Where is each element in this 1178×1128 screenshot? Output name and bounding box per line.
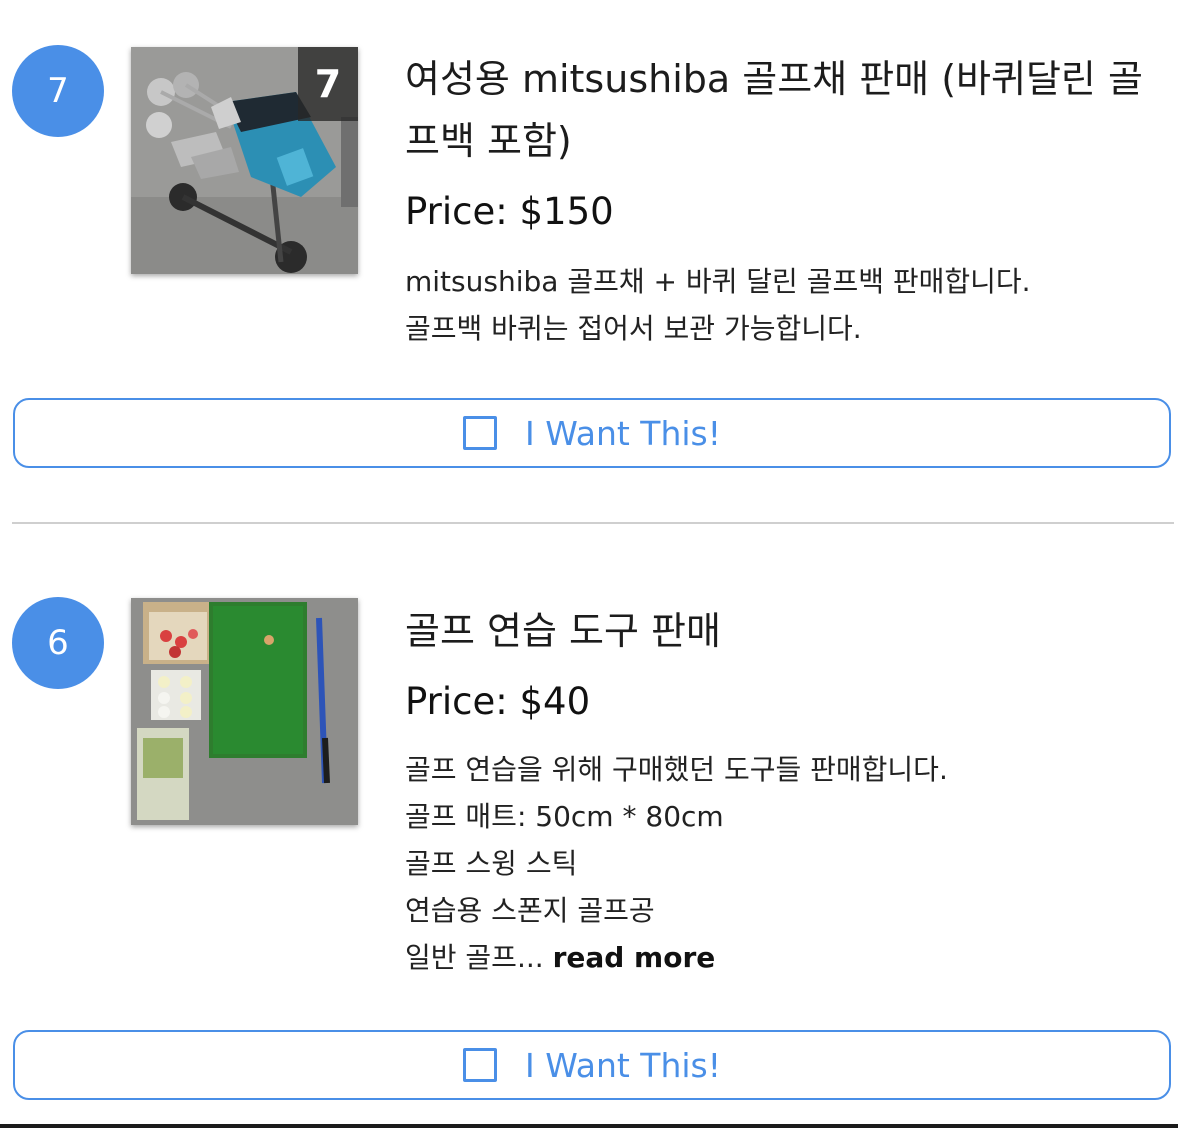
description-line: 골프백 바퀴는 접어서 보관 가능합니다. [405, 312, 862, 345]
read-more-link[interactable]: read more [553, 941, 716, 974]
description-line: mitsushiba 골프채 + 바퀴 달린 골프백 판매합니다. [405, 265, 1031, 298]
i-want-this-button[interactable]: I Want This! [13, 1030, 1171, 1100]
listing-price: Price: $150 [405, 190, 614, 233]
listing-number-badge: 7 [12, 45, 104, 137]
listing-price: Price: $40 [405, 680, 591, 723]
listing-description: 골프 연습을 위해 구매했던 도구들 판매합니다. 골프 매트: 50cm * … [405, 746, 1145, 981]
description-line: 골프 스윙 스틱 [405, 847, 578, 880]
listing-photo[interactable] [131, 598, 358, 825]
i-want-this-label: I Want This! [525, 1045, 721, 1085]
truncated-text: 일반 골프... [405, 941, 544, 974]
bottom-edge-bar [0, 1124, 1178, 1128]
description-line-truncated: 일반 골프... read more [405, 934, 1145, 981]
checkbox-icon[interactable] [463, 1048, 497, 1082]
description-line: 연습용 스폰지 골프공 [405, 894, 655, 927]
checkbox-icon[interactable] [463, 416, 497, 450]
listing-number-badge: 6 [12, 597, 104, 689]
listing-description: mitsushiba 골프채 + 바퀴 달린 골프백 판매합니다. 골프백 바퀴… [405, 258, 1145, 352]
listing-title: 골프 연습 도구 판매 [405, 609, 721, 653]
listing-divider [12, 522, 1174, 524]
listing-card: 6 골프 연습 도구 판매 Price: $40 골프 연습을 위해 구매했던 … [0, 560, 1178, 1120]
listing-photo[interactable]: 7 [131, 47, 358, 274]
description-line: 골프 매트: 50cm * 80cm [405, 800, 724, 833]
photo-count-badge: 7 [298, 47, 358, 121]
i-want-this-button[interactable]: I Want This! [13, 398, 1171, 468]
listing-title: 여성용 mitsushiba 골프채 판매 (바퀴달린 골프백 포함) [405, 57, 1143, 163]
golf-practice-photo [131, 598, 358, 825]
i-want-this-label: I Want This! [525, 413, 721, 453]
description-line: 골프 연습을 위해 구매했던 도구들 판매합니다. [405, 753, 948, 786]
listing-card: 7 7 여성용 mitsushiba 골프채 판매 (바퀴달린 골프백 포함) … [0, 0, 1178, 500]
